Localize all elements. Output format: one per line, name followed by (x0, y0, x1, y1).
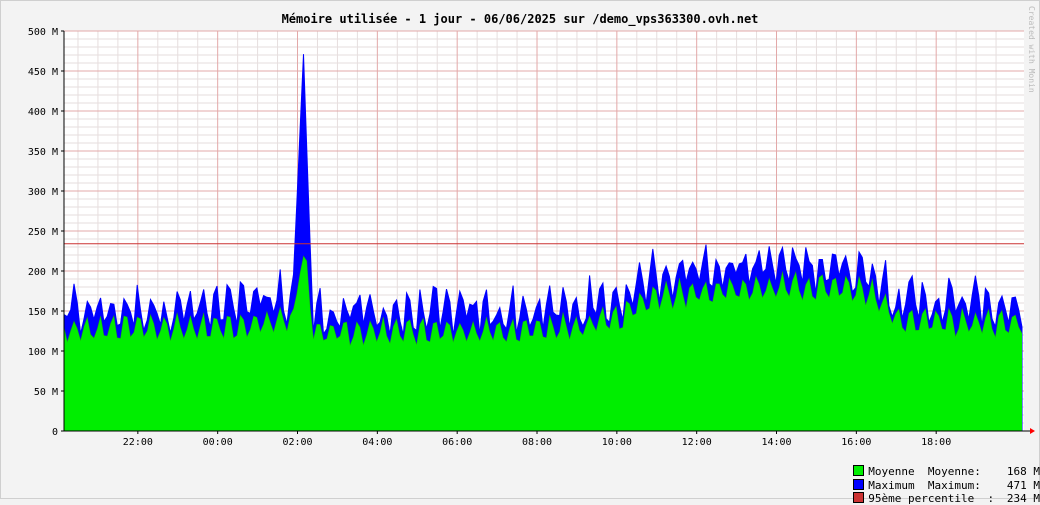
x-tick-label: 02:00 (282, 437, 312, 448)
x-tick-label: 18:00 (921, 437, 951, 448)
x-tick-label: 00:00 (203, 437, 233, 448)
legend-value-maximum: 471 M (1006, 479, 1040, 492)
legend-value-moyenne: 168 M (1006, 465, 1040, 478)
y-tick-label: 200 M (28, 267, 58, 278)
memory-chart: Mémoire utilisée - 1 jour - 06/06/2025 s… (28, 6, 1036, 448)
chart-title: Mémoire utilisée - 1 jour - 06/06/2025 s… (282, 12, 759, 27)
plot-area: 0 50 M 100 M 150 M 200 M 250 M 300 M 350 M 400 M… (28, 27, 1035, 448)
watermark: Created with Monin (1027, 6, 1036, 93)
x-tick-label: 06:00 (442, 437, 472, 448)
y-tick-label: 300 M (28, 187, 58, 198)
y-tick-label: 100 M (28, 347, 58, 358)
y-tick-label: 250 M (28, 227, 58, 238)
y-tick-label: 450 M (28, 67, 58, 78)
legend-swatch-percentile (853, 492, 865, 503)
y-tick-label: 350 M (28, 147, 58, 158)
y-tick-label: 0 (52, 427, 58, 438)
x-tick-label: 22:00 (123, 437, 153, 448)
x-tick-label: 12:00 (682, 437, 712, 448)
x-axis-arrow (1030, 428, 1035, 434)
x-tick-label: 14:00 (761, 437, 791, 448)
legend-item-percentile: 95ème percentile :234 M (840, 479, 1040, 505)
x-tick-label: 16:00 (841, 437, 871, 448)
x-tick-label: 10:00 (602, 437, 632, 448)
x-tick-label: 08:00 (522, 437, 552, 448)
y-tick-label: 150 M (28, 307, 58, 318)
x-tick-label: 04:00 (362, 437, 392, 448)
y-tick-label: 400 M (28, 107, 58, 118)
y-tick-label: 500 M (28, 27, 58, 38)
y-tick-label: 50 M (34, 387, 58, 398)
